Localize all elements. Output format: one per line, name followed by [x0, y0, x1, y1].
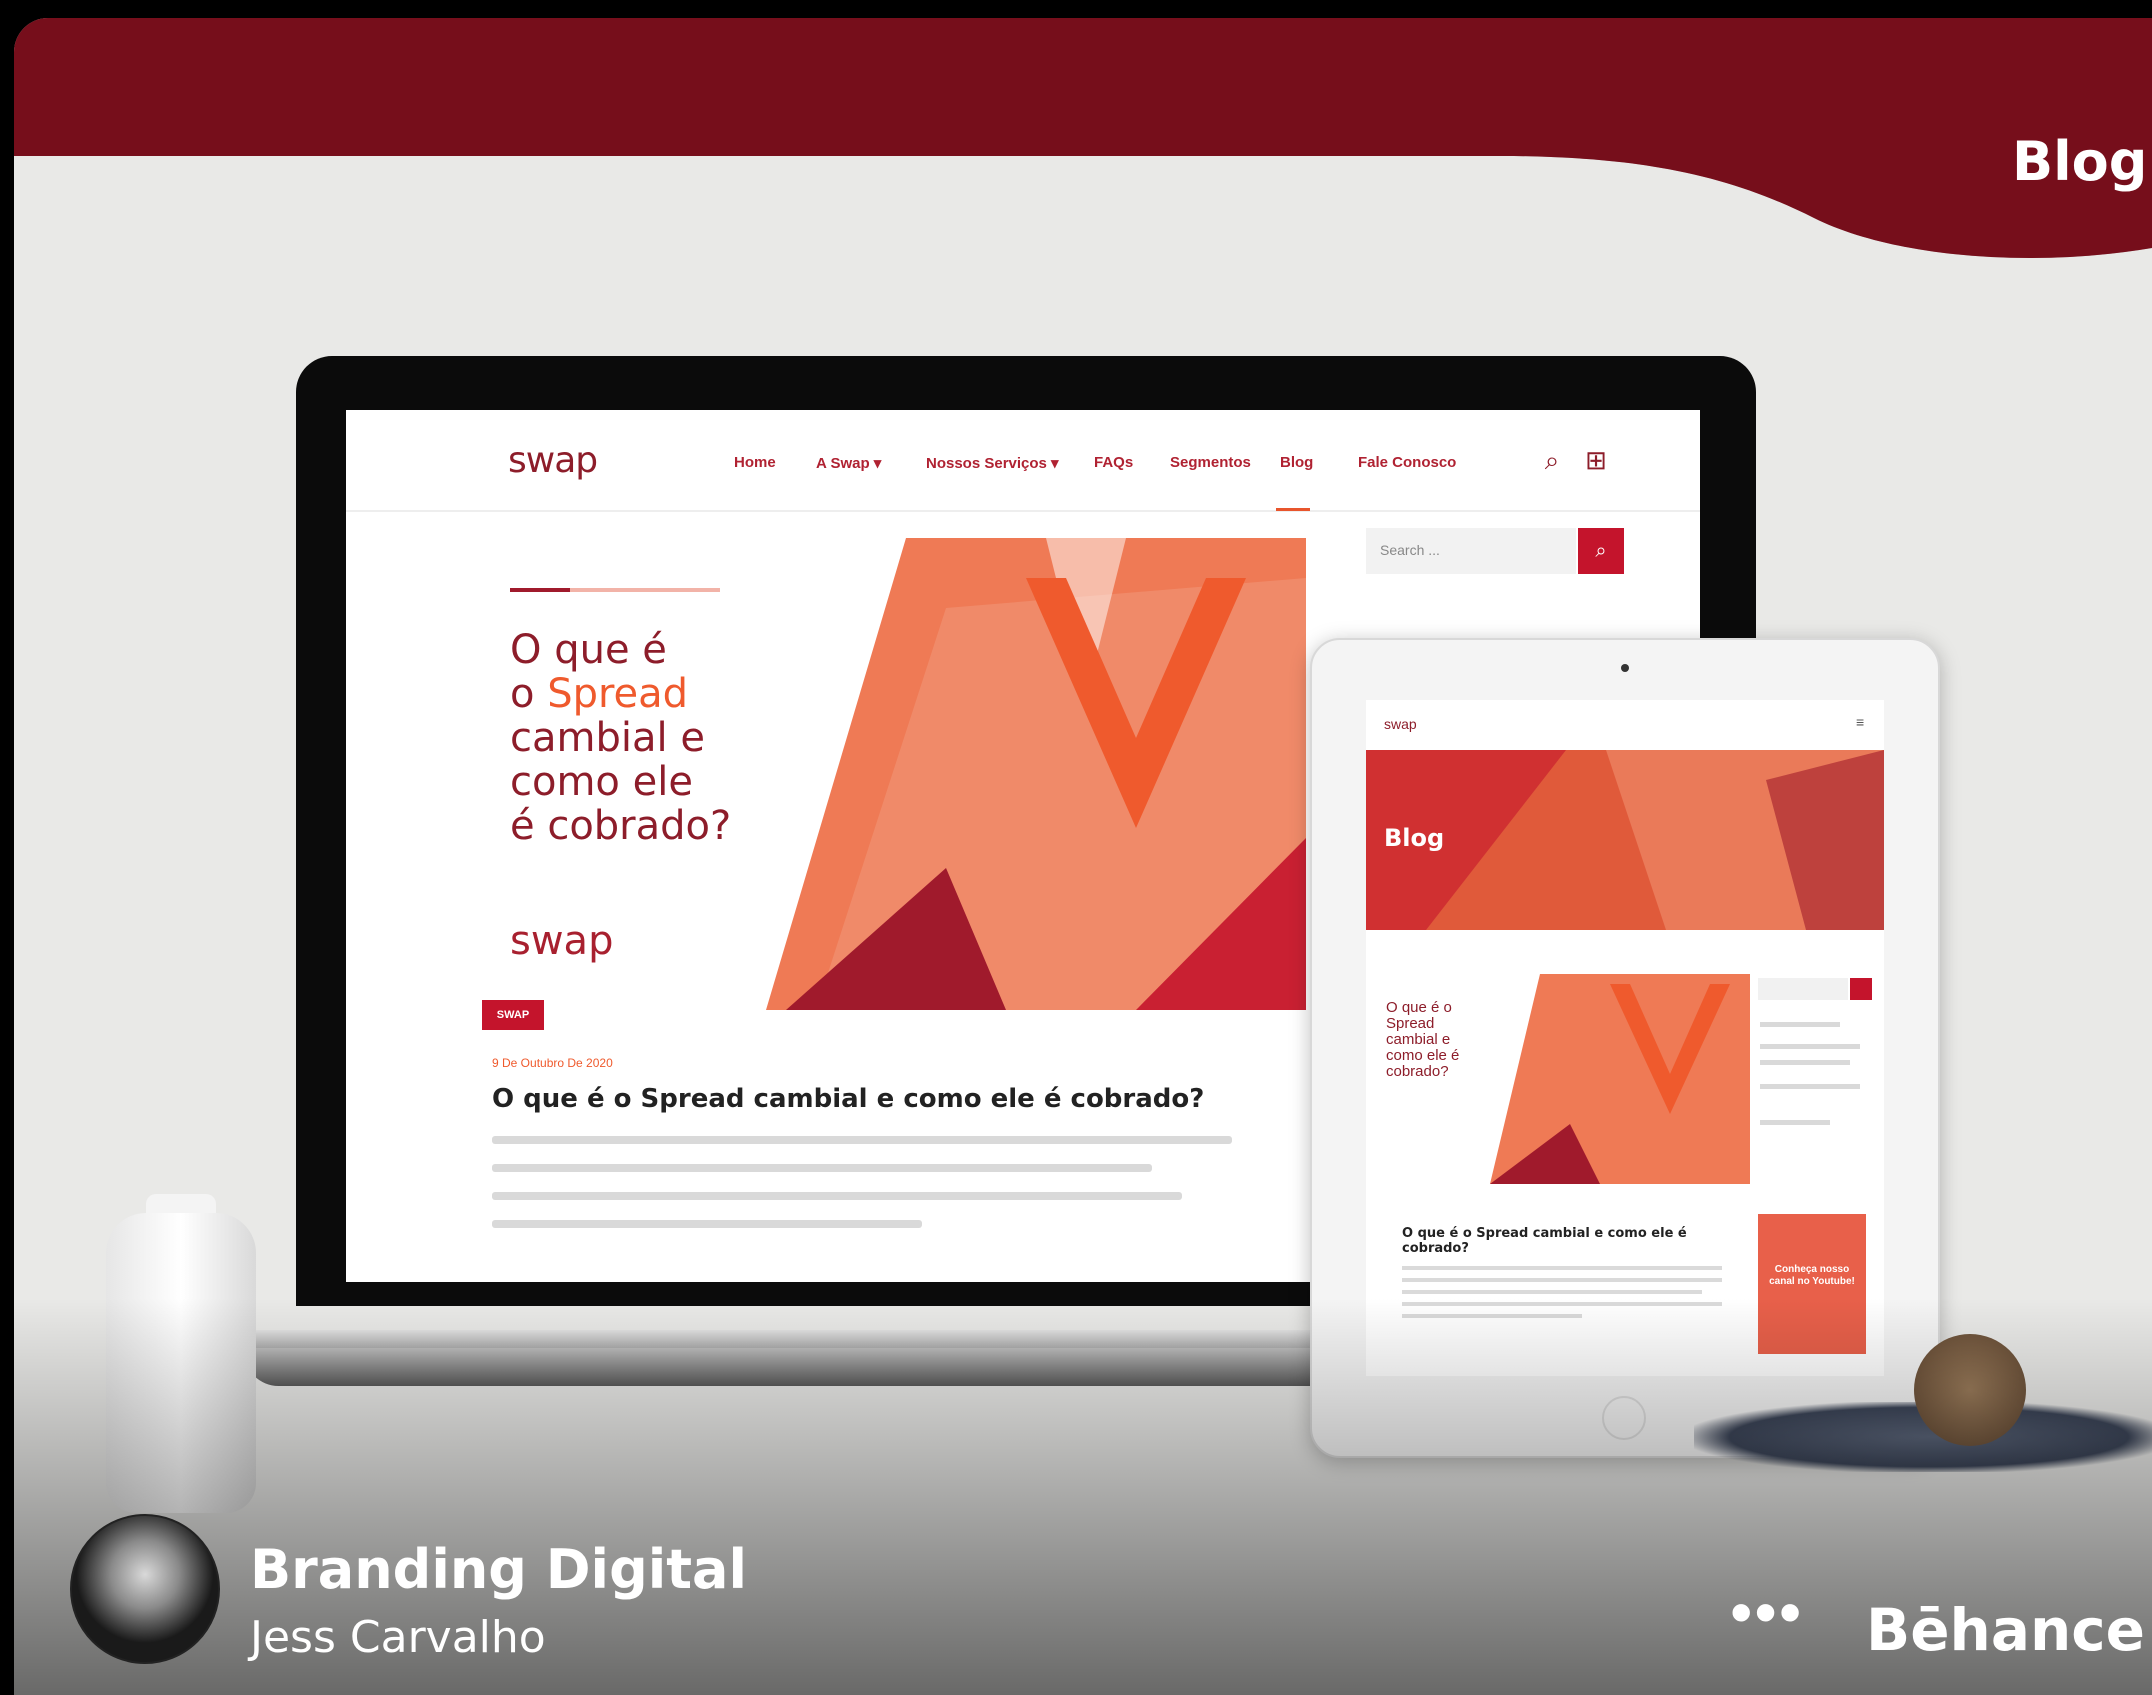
project-title[interactable]: Branding Digital [250, 1538, 747, 1601]
sidebar-search-input[interactable]: Search ... [1366, 528, 1576, 574]
sidebar-line [1760, 1060, 1850, 1065]
nav-segmentos[interactable]: Segmentos [1170, 454, 1251, 471]
sidebar-line [1760, 1084, 1860, 1089]
post-title[interactable]: O que é o Spread cambial e como ele é co… [492, 1084, 1204, 1114]
nav-a-swap[interactable]: A Swap ▾ [816, 454, 881, 472]
nav-servicos[interactable]: Nossos Serviços ▾ [926, 454, 1059, 472]
page-title: Blog [2012, 130, 2148, 193]
tablet-excerpt-line [1402, 1278, 1722, 1282]
header-wave [14, 18, 2152, 278]
nav-active-indicator [1276, 508, 1310, 511]
project-card[interactable]: Blog swap Home A Swap ▾ Nossos Serviços … [14, 18, 2152, 1695]
tablet-logo[interactable]: swap [1384, 716, 1417, 732]
tablet-search-input[interactable] [1758, 978, 1848, 1000]
tablet-excerpt-line [1402, 1266, 1722, 1270]
post-excerpt-line [492, 1220, 922, 1228]
sidebar-line [1760, 1044, 1860, 1049]
nav-faqs[interactable]: FAQs [1094, 454, 1133, 471]
tablet-website: swap ≡ Blog O que é o Spread cambial e c… [1366, 700, 1884, 1376]
avatar[interactable] [70, 1514, 220, 1664]
hero-rule [510, 588, 720, 592]
more-options-icon[interactable]: ••• [1730, 1580, 1803, 1644]
nav-blog[interactable]: Blog [1280, 454, 1313, 471]
hero-image: O que é o Spread cambial e como ele é co… [486, 538, 1306, 1010]
youtube-promo-text: Conheça nosso canal no Youtube! [1769, 1264, 1855, 1287]
tablet-hero-text: O que é o Spread cambial e como ele é co… [1386, 999, 1460, 1080]
post-excerpt-line [492, 1136, 1232, 1144]
tablet-banner-title: Blog [1384, 824, 1445, 852]
tablet-hero: O que é o Spread cambial e como ele é co… [1380, 974, 1750, 1184]
search-icon[interactable]: ⌕ [1532, 440, 1572, 480]
tablet-excerpt-line [1402, 1290, 1702, 1294]
nav-contato[interactable]: Fale Conosco [1358, 454, 1456, 471]
tablet-banner: Blog [1366, 750, 1884, 930]
site-logo[interactable]: swap [508, 440, 598, 481]
grid-icon[interactable]: ⊞ [1576, 440, 1616, 480]
hero-headline: O que é o Spread cambial e como ele é co… [510, 627, 732, 849]
tablet-post-title[interactable]: O que é o Spread cambial e como ele é co… [1402, 1226, 1732, 1256]
post-date: 9 De Outubro De 2020 [492, 1056, 613, 1070]
hamburger-icon[interactable]: ≡ [1856, 714, 1864, 730]
tablet-camera [1621, 664, 1629, 672]
author-name[interactable]: Jess Carvalho [250, 1612, 546, 1663]
site-navbar: swap Home A Swap ▾ Nossos Serviços ▾ FAQ… [346, 410, 1700, 512]
tablet-search-button[interactable] [1850, 978, 1872, 1000]
sidebar-line [1760, 1022, 1840, 1027]
post-excerpt-line [492, 1164, 1152, 1172]
hero-logo: swap [510, 918, 614, 964]
category-badge[interactable]: SWAP [482, 1000, 544, 1030]
behance-logo[interactable]: Bēhance [1866, 1596, 2145, 1664]
sidebar-line [1760, 1120, 1830, 1125]
post-excerpt-line [492, 1192, 1182, 1200]
search-placeholder: Search ... [1380, 542, 1440, 558]
search-button[interactable]: ⌕ [1578, 528, 1624, 574]
nav-home[interactable]: Home [734, 454, 776, 471]
